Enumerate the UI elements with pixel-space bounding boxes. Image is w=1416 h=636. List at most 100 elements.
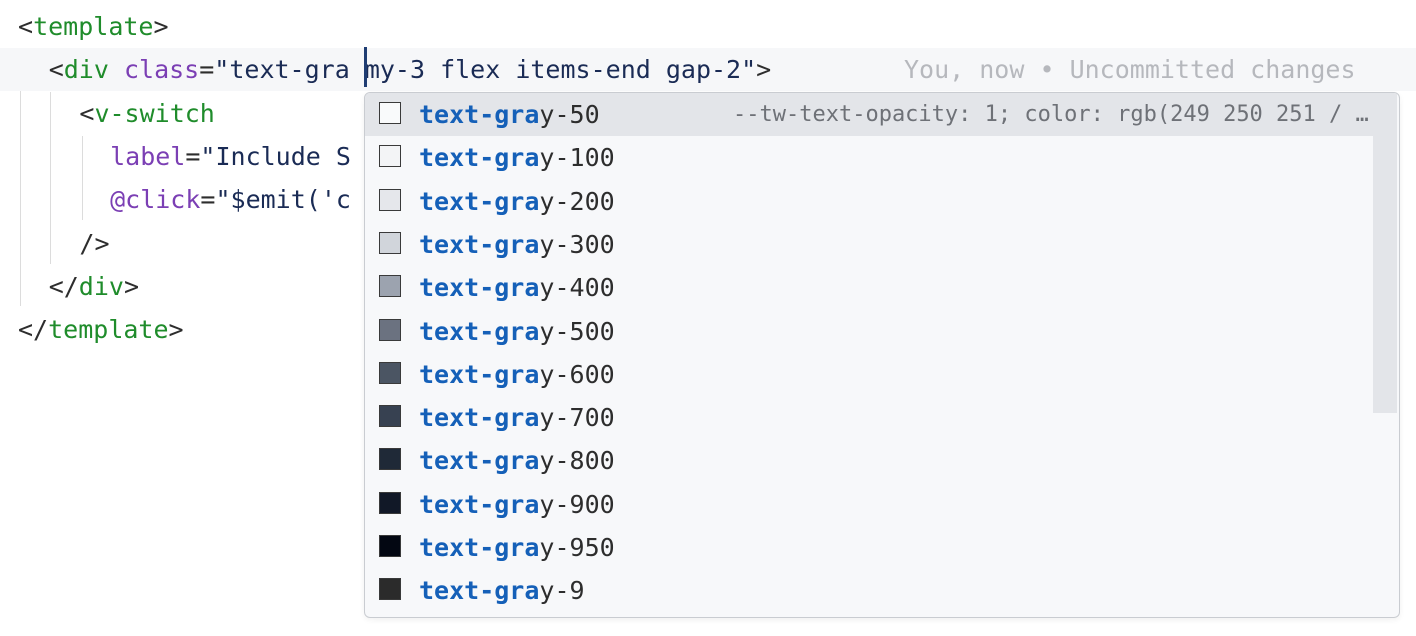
- completion-label: text-gray-700: [419, 396, 615, 439]
- code-line[interactable]: <template>: [0, 5, 1416, 48]
- code-token: >: [123, 271, 140, 301]
- completion-rest-text: y-950: [539, 533, 615, 562]
- code-token: template: [48, 315, 169, 345]
- code-token: class: [123, 55, 200, 85]
- code-token: />: [79, 228, 110, 258]
- code-token: "Include S: [200, 141, 351, 171]
- completion-label: text-gray-200: [419, 180, 615, 223]
- color-swatch-icon: [379, 188, 401, 211]
- code-token: =: [200, 185, 216, 215]
- completion-rest-text: y-500: [539, 316, 615, 346]
- code-text: />: [79, 222, 109, 265]
- completion-rest-text: y-9: [539, 576, 585, 606]
- code-token: "text-gra: [214, 55, 350, 85]
- completion-match-text: text-gra: [419, 316, 540, 346]
- completion-rest-text: y-100: [539, 143, 615, 173]
- completion-rest-text: y-900: [539, 489, 615, 519]
- code-token: </: [48, 271, 79, 301]
- code-token: =: [185, 141, 201, 171]
- code-token: template: [33, 12, 154, 41]
- completion-item[interactable]: text-gray-300: [365, 223, 1375, 266]
- completion-item[interactable]: text-gray-9: [365, 569, 1375, 612]
- completion-match-text: text-gra: [419, 143, 540, 173]
- code-token: div: [78, 271, 124, 301]
- color-swatch-icon: [379, 405, 401, 428]
- completion-label: text-gray-500: [419, 310, 615, 353]
- completion-label: text-gray-600: [419, 353, 615, 396]
- completion-rest-text: y-200: [539, 186, 615, 216]
- completion-match-text: text-gra: [419, 576, 540, 606]
- completion-item[interactable]: text-gray-800: [365, 439, 1375, 482]
- code-token: "$emit('c: [215, 185, 351, 215]
- completion-item[interactable]: text-gray-900: [365, 483, 1375, 526]
- completion-item[interactable]: text-gray-950: [365, 526, 1375, 569]
- color-swatch-icon: [379, 535, 401, 557]
- code-token: <: [18, 12, 34, 41]
- completion-rest-text: y-400: [539, 273, 615, 303]
- completion-item[interactable]: text-gray-400: [365, 266, 1375, 309]
- popup-scrollbar[interactable]: [1373, 93, 1397, 413]
- completion-rest-text: y-50: [539, 100, 600, 129]
- completion-match-text: text-gra: [419, 229, 540, 259]
- completion-item[interactable]: text-gray-600: [365, 353, 1375, 396]
- color-swatch-icon: [379, 361, 401, 384]
- code-text: <template>: [18, 5, 169, 48]
- code-token: >: [153, 12, 169, 41]
- completion-match-text: text-gra: [419, 273, 540, 303]
- code-token: </: [18, 315, 49, 345]
- color-swatch-icon: [379, 145, 401, 168]
- code-token: div: [63, 55, 109, 85]
- completion-label: text-gray-900: [419, 483, 615, 526]
- completion-label: text-gray-9: [419, 569, 585, 612]
- completion-rest-text: y-300: [539, 229, 615, 259]
- completion-match-text: text-gra: [419, 359, 540, 389]
- completion-label: text-gray-400: [419, 266, 615, 309]
- code-token: label: [110, 141, 186, 171]
- code-text: </div>: [49, 265, 139, 308]
- completion-match-text: text-gra: [419, 489, 540, 519]
- completion-item[interactable]: text-gray-50 --tw-text-opacity: 1; color:…: [365, 93, 1375, 136]
- autocomplete-popup[interactable]: text-gray-50 --tw-text-opacity: 1; color:…: [364, 92, 1400, 618]
- completion-match-text: text-gra: [419, 533, 540, 562]
- completion-match-text: text-gra: [419, 403, 540, 433]
- completion-rest-text: y-700: [539, 403, 615, 433]
- code-token: >: [756, 55, 772, 85]
- code-token: v-switch: [94, 98, 215, 128]
- completion-label: text-gray-800: [419, 439, 615, 482]
- completion-label: text-gray-300: [419, 223, 615, 266]
- code-text: @click="$emit('c: [110, 178, 351, 221]
- code-text: </template>: [18, 308, 184, 351]
- completion-rest-text: y-800: [539, 446, 615, 476]
- code-text: <v-switch: [79, 92, 214, 135]
- code-text: <div class="text-gra my-3 flex items-end…: [49, 48, 772, 91]
- completion-label: text-gray-50: [419, 93, 600, 136]
- code-token: =: [199, 55, 215, 85]
- completion-detail: --tw-text-opacity: 1; color: rgb(249 250…: [733, 102, 1369, 127]
- code-token: <: [48, 55, 64, 85]
- completion-rest-text: y-600: [539, 359, 615, 389]
- completion-label: text-gray-950: [419, 526, 615, 569]
- text-caret: [364, 47, 367, 87]
- color-swatch-icon: [379, 491, 401, 514]
- color-swatch-icon: [379, 448, 401, 471]
- color-swatch-icon: [379, 231, 401, 254]
- completion-label: text-gray-100: [419, 136, 615, 179]
- completion-match-text: text-gra: [419, 100, 540, 129]
- code-line[interactable]: <div class="text-gra my-3 flex items-end…: [0, 48, 1416, 92]
- code-token: <: [79, 98, 95, 128]
- code-text: label="Include S: [110, 135, 351, 178]
- completion-item[interactable]: text-gray-200: [365, 180, 1375, 223]
- color-swatch-icon: [379, 318, 401, 341]
- completion-item[interactable]: text-gray-100: [365, 136, 1375, 179]
- completion-item[interactable]: text-gray-700: [365, 396, 1375, 439]
- code-token: @click: [110, 185, 201, 215]
- color-swatch-icon: [379, 578, 401, 601]
- code-token: >: [168, 315, 184, 345]
- code-token: my-3 flex items-end gap-2": [349, 55, 757, 85]
- completion-item[interactable]: text-gray-500: [365, 310, 1375, 353]
- completion-match-text: text-gra: [419, 446, 540, 476]
- color-swatch-icon: [379, 102, 401, 124]
- color-swatch-icon: [379, 275, 401, 298]
- completion-match-text: text-gra: [419, 186, 540, 216]
